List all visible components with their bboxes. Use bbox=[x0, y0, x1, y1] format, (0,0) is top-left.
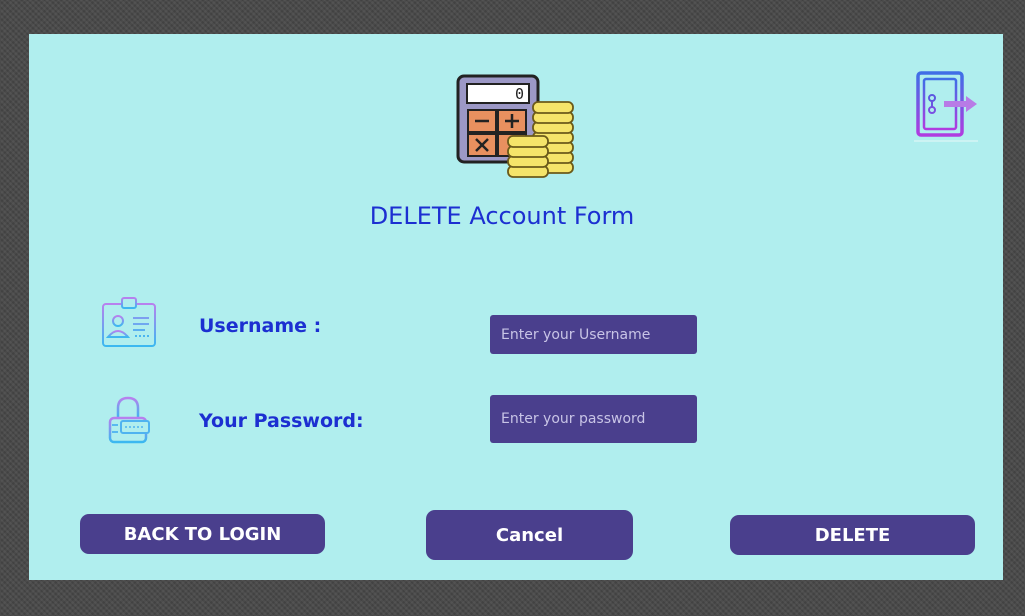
page-title: DELETE Account Form bbox=[369, 202, 635, 230]
delete-button[interactable]: DELETE bbox=[730, 515, 975, 555]
username-input[interactable] bbox=[490, 315, 697, 354]
password-input[interactable] bbox=[490, 395, 697, 443]
delete-account-window: 0 DELETE Account Form Username: Enter y… bbox=[29, 34, 1003, 580]
calculator-display-text: 0 bbox=[515, 85, 524, 103]
padlock-icon bbox=[108, 396, 150, 444]
calculator-coins-icon: 0 bbox=[456, 74, 574, 178]
password-label: Your Password: bbox=[199, 410, 364, 432]
back-to-login-button[interactable]: BACK TO LOGIN bbox=[80, 514, 325, 554]
exit-door-icon[interactable] bbox=[914, 70, 978, 142]
id-card-icon bbox=[102, 297, 156, 347]
cancel-button[interactable]: Cancel bbox=[426, 510, 633, 560]
username-label: Username : bbox=[199, 315, 322, 337]
